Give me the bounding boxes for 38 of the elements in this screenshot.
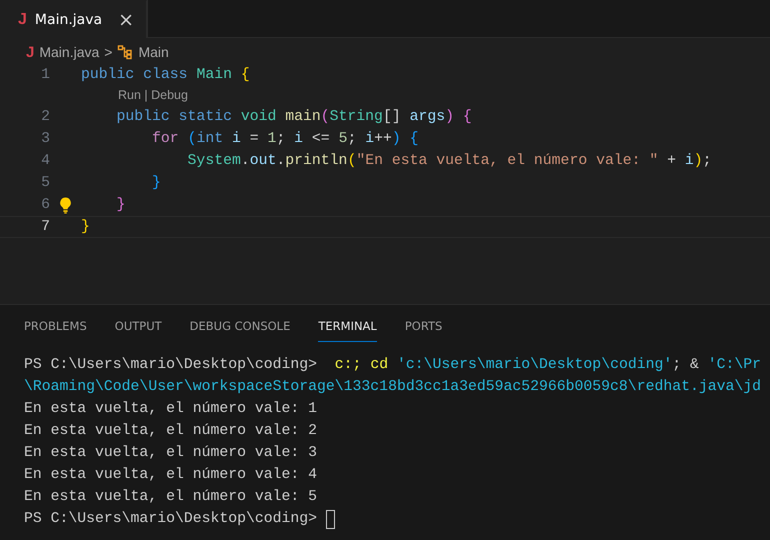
- breadcrumb-item[interactable]: Main.java: [39, 44, 100, 60]
- line-number: 4: [40, 153, 50, 169]
- code-line: for (int i = 1; i <= 5; i++) {: [151, 131, 419, 147]
- line-number: 3: [40, 131, 50, 147]
- terminal-line: En esta vuelta, el número vale: 5: [24, 489, 318, 505]
- code-line: public class Main {: [81, 67, 250, 83]
- terminal-line: En esta vuelta, el número vale: 4: [24, 467, 318, 483]
- code-line: System.out.println("En esta vuelta, el número vale: " + i);: [186, 153, 712, 169]
- terminal-line: En esta vuelta, el número vale: 1: [24, 401, 318, 417]
- line-number: 7: [40, 219, 50, 235]
- tab-label: Main.java: [34, 12, 102, 28]
- code-line: }: [151, 175, 161, 191]
- line-number: 1: [40, 67, 50, 83]
- code-line: public static void main(String[] args) {: [116, 109, 472, 125]
- terminal-line: En esta vuelta, el número vale: 3: [24, 445, 318, 461]
- lightbulb-icon[interactable]: [59, 196, 72, 214]
- panel-tab[interactable]: PROBLEMS: [24, 319, 87, 342]
- code-line: }: [116, 197, 126, 213]
- line-number: 2: [40, 109, 50, 125]
- terminal-line: En esta vuelta, el número vale: 2: [24, 423, 318, 439]
- terminal-line: PS C:\Users\mario\Desktop\coding>: [24, 511, 318, 527]
- panel-tab[interactable]: PORTS: [404, 319, 442, 342]
- panel-tab[interactable]: OUTPUT: [114, 319, 162, 342]
- line-number: 6: [40, 197, 50, 213]
- terminal-line: PS C:\Users\mario\Desktop\coding> c:; cd 'c:\Users\mario\Desktop\coding'; & 'C:\Pr: [24, 357, 762, 373]
- code-line: }: [81, 219, 90, 235]
- terminal-line: \Roaming\Code\User\workspaceStorage\133c18bd3cc1a3ed59ac52966b0059c8\redhat.java\jd: [24, 379, 762, 395]
- java-file-icon: J: [26, 44, 34, 60]
- panel-tab[interactable]: DEBUG CONSOLE: [190, 319, 290, 342]
- close-icon[interactable]: ×: [118, 8, 134, 30]
- breadcrumb-item[interactable]: Main: [138, 44, 169, 60]
- line-number: 5: [40, 175, 50, 191]
- editor-tab[interactable]: J Main.java ×: [0, 0, 148, 38]
- class-icon: [117, 44, 134, 60]
- breadcrumb-separator: >: [104, 44, 112, 60]
- panel-tab[interactable]: TERMINAL: [318, 319, 377, 342]
- java-file-icon: J: [18, 10, 27, 28]
- codelens-links[interactable]: Run | Debug: [118, 88, 188, 102]
